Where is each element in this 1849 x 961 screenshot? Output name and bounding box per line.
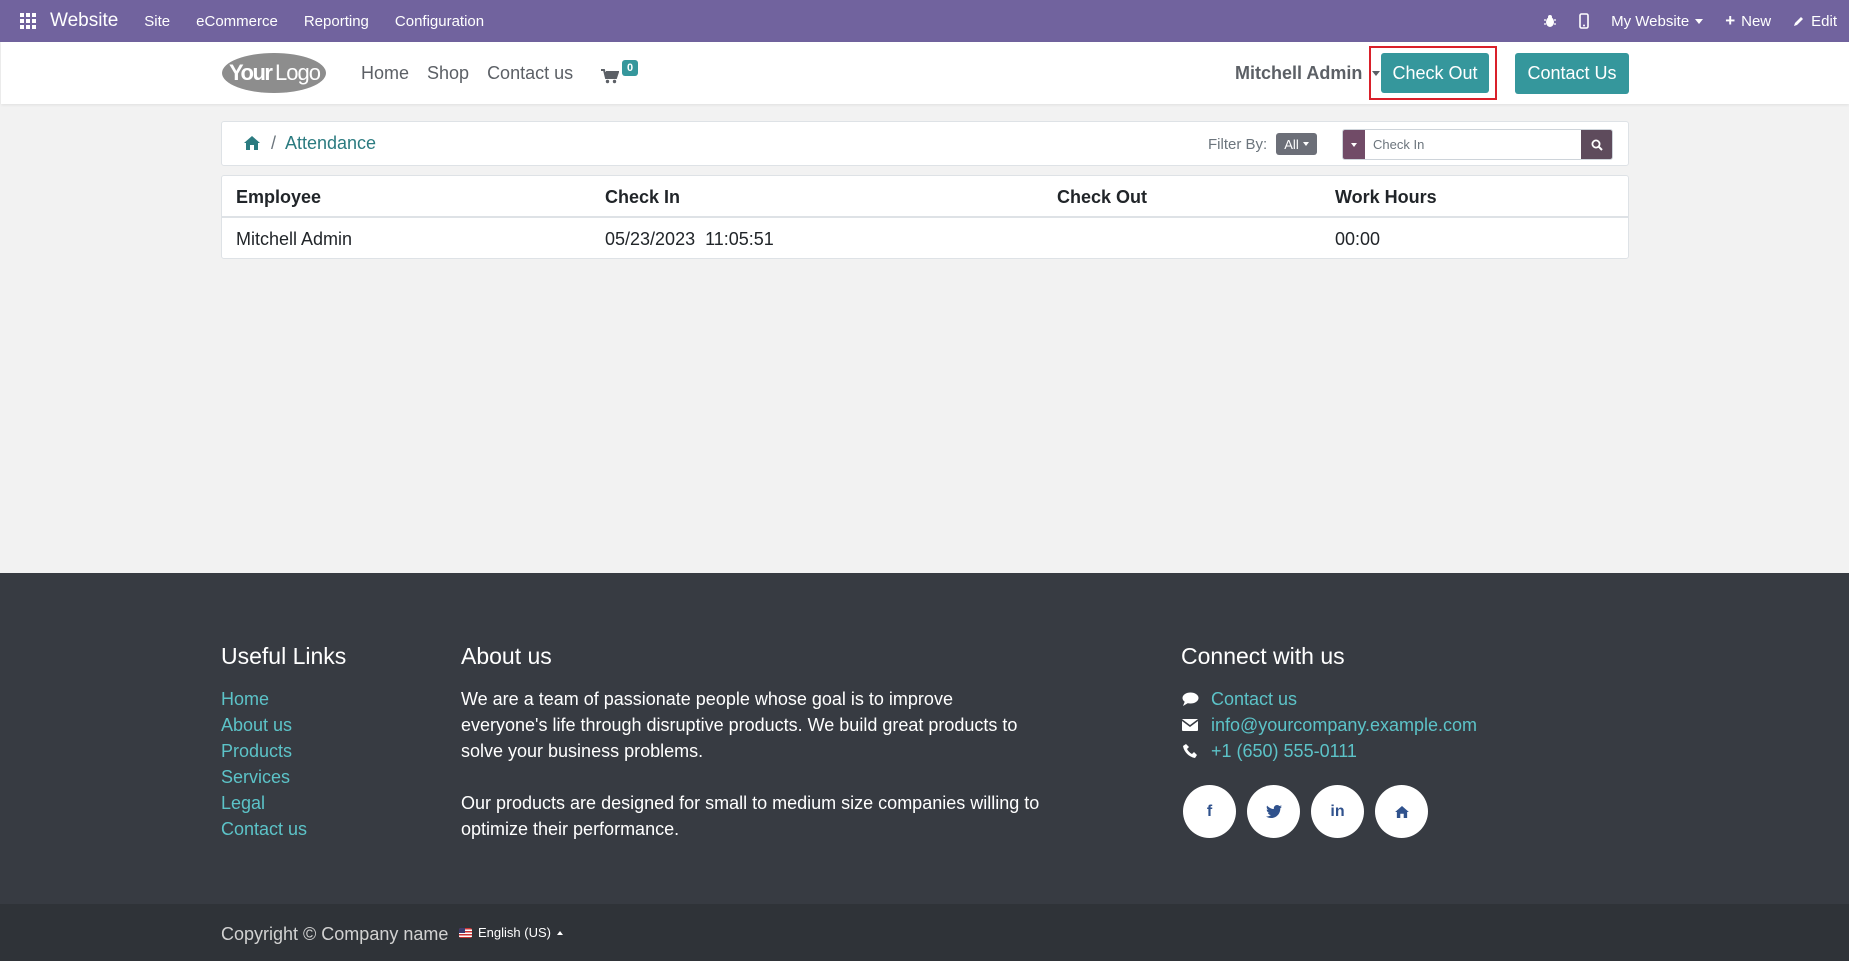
cell-work-hours: 00:00 [1335, 229, 1381, 249]
contact-us-button[interactable]: Contact Us [1515, 53, 1629, 94]
about-title: About us [461, 643, 552, 669]
debug-bug-icon[interactable] [1543, 14, 1557, 28]
about-section: About us We are a team of passionate peo… [461, 643, 1041, 868]
new-button[interactable]: + New [1725, 11, 1771, 31]
footer-link-contact-us[interactable]: Contact us [221, 816, 346, 842]
table-row: Mitchell Admin 05/23/2023 11:05:51 00:00 [222, 218, 1628, 260]
company-logo[interactable]: Your Logo [221, 51, 327, 95]
useful-links-section: Useful Links Home About us Products Serv… [221, 643, 346, 842]
table-header-row: Employee Check In Check Out Work Hours [222, 176, 1628, 218]
cell-employee: Mitchell Admin [236, 229, 353, 249]
footer-link-services[interactable]: Services [221, 764, 346, 790]
apps-grid-icon[interactable] [20, 13, 36, 29]
main-nav: Home Shop Contact us [361, 42, 573, 104]
filter-dropdown[interactable]: All [1276, 133, 1317, 155]
attendance-table: Employee Check In Check Out Work Hours M… [221, 175, 1629, 259]
footer-link-about-us[interactable]: About us [221, 712, 346, 738]
home-icon[interactable] [1375, 785, 1428, 838]
chevron-down-icon [1695, 18, 1704, 24]
chevron-up-icon [556, 930, 563, 935]
facebook-icon[interactable]: f [1183, 785, 1236, 838]
cart-link[interactable]: 0 [601, 60, 641, 90]
language-label: English (US) [478, 925, 551, 940]
footer-email-link[interactable]: info@yourcompany.example.com [1211, 712, 1477, 738]
menu-reporting[interactable]: Reporting [304, 13, 369, 30]
my-website-label: My Website [1611, 12, 1690, 30]
column-header-check-out: Check Out [1057, 187, 1148, 207]
nav-shop[interactable]: Shop [427, 63, 469, 84]
breadcrumb-separator: / [271, 133, 277, 153]
contact-row: Contact us [1181, 686, 1477, 712]
plus-icon: + [1725, 11, 1736, 30]
admin-topbar: Website Site eCommerce Reporting Configu… [0, 0, 1849, 42]
menu-ecommerce[interactable]: eCommerce [196, 13, 278, 30]
search-box [1342, 129, 1613, 160]
copyright-bar: Copyright © Company name English (US) [0, 904, 1849, 961]
pencil-icon [1794, 17, 1804, 26]
breadcrumb-attendance[interactable]: Attendance [285, 133, 376, 154]
svg-text:Your: Your [229, 60, 273, 85]
us-flag-icon [459, 927, 472, 938]
twitter-icon[interactable] [1247, 785, 1300, 838]
connect-title: Connect with us [1181, 643, 1345, 669]
chevron-down-icon [1351, 142, 1357, 147]
social-links: f in [1183, 785, 1477, 838]
connect-section: Connect with us Contact us info@yourcomp… [1181, 643, 1477, 838]
search-button[interactable] [1581, 130, 1612, 159]
footer: Useful Links Home About us Products Serv… [0, 573, 1849, 904]
svg-text:Logo: Logo [275, 60, 321, 85]
column-header-employee: Employee [236, 187, 322, 207]
filter-label: Filter By: [1208, 136, 1268, 153]
cart-icon [601, 69, 619, 84]
copyright-text: Copyright © Company name [221, 924, 449, 944]
filter-value: All [1284, 136, 1299, 152]
new-label: New [1741, 12, 1772, 30]
user-name: Mitchell Admin [1235, 62, 1363, 83]
about-paragraph-1: We are a team of passionate people whose… [461, 689, 1018, 761]
footer-contact-link[interactable]: Contact us [1211, 686, 1297, 712]
footer-link-products[interactable]: Products [221, 738, 346, 764]
about-paragraph-2: Our products are designed for small to m… [461, 793, 1040, 839]
nav-home[interactable]: Home [361, 63, 409, 84]
my-website-dropdown[interactable]: My Website [1611, 12, 1704, 30]
cell-check-in: 05/23/2023 11:05:51 [605, 229, 774, 249]
useful-links-title: Useful Links [221, 643, 347, 669]
menu-site[interactable]: Site [144, 13, 170, 30]
footer-link-home[interactable]: Home [221, 686, 346, 712]
search-icon [1591, 139, 1603, 151]
app-title[interactable]: Website [50, 10, 118, 32]
email-row: info@yourcompany.example.com [1181, 712, 1477, 738]
column-header-work-hours: Work Hours [1335, 187, 1437, 207]
chevron-down-icon [1302, 142, 1309, 146]
linkedin-icon[interactable]: in [1311, 785, 1364, 838]
search-options-dropdown[interactable] [1343, 130, 1365, 159]
check-out-button[interactable]: Check Out [1381, 53, 1489, 93]
edit-label: Edit [1811, 12, 1837, 30]
comment-icon [1181, 692, 1199, 706]
phone-icon [1181, 744, 1199, 758]
mobile-preview-icon[interactable] [1579, 13, 1589, 29]
footer-link-legal[interactable]: Legal [221, 790, 346, 816]
edit-button[interactable]: Edit [1793, 13, 1837, 30]
cart-count-badge: 0 [622, 60, 639, 76]
language-selector[interactable]: English (US) [459, 925, 563, 940]
column-header-check-in: Check In [605, 187, 681, 207]
phone-row: +1 (650) 555-0111 [1181, 738, 1477, 764]
envelope-icon [1181, 719, 1199, 731]
footer-phone-link[interactable]: +1 (650) 555-0111 [1211, 738, 1357, 764]
menu-configuration[interactable]: Configuration [395, 13, 484, 30]
nav-contact-us[interactable]: Contact us [487, 63, 573, 84]
search-input[interactable] [1365, 130, 1581, 159]
user-menu[interactable]: Mitchell Admin [1235, 42, 1381, 104]
breadcrumb: / Attendance Filter By: All [221, 121, 1629, 166]
home-icon[interactable] [244, 136, 260, 150]
